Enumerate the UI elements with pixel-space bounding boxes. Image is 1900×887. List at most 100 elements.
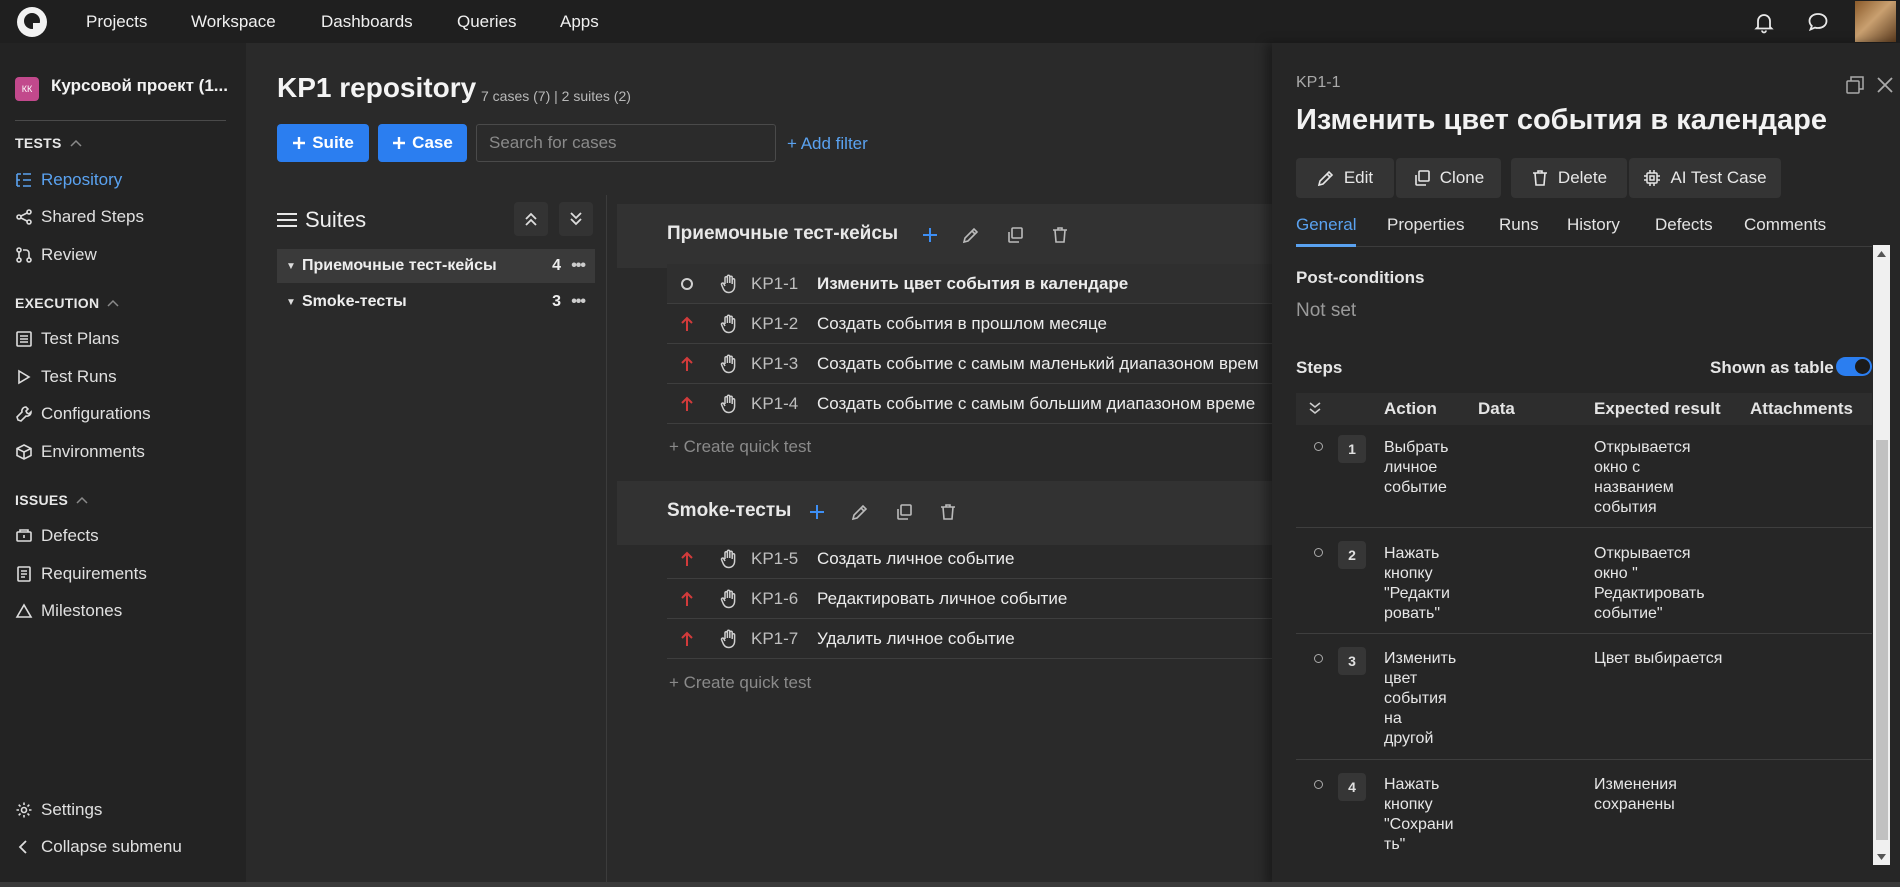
- ai-test-case-button[interactable]: AI Test Case: [1629, 158, 1781, 198]
- nav-workspace[interactable]: Workspace: [191, 0, 276, 43]
- caret-down-icon: ▼: [286, 260, 296, 272]
- add-suite-button[interactable]: Suite: [277, 124, 369, 162]
- chevron-up-icon: [70, 139, 82, 147]
- collapse-submenu-button[interactable]: Collapse submenu: [15, 834, 182, 860]
- case-row[interactable]: KP1-1 Изменить цвет события в календаре: [667, 264, 1272, 304]
- close-icon[interactable]: [1876, 76, 1894, 94]
- section-execution[interactable]: EXECUTION: [15, 295, 119, 311]
- step-row[interactable]: 1 Выбрать личное событие Открывается окн…: [1296, 425, 1872, 528]
- step-row[interactable]: 4 Нажать кнопку "Сохрани ть" Изменения с…: [1296, 760, 1872, 865]
- trash-icon[interactable]: [1050, 225, 1070, 245]
- create-quick-test-link[interactable]: + Create quick test: [669, 437, 811, 457]
- tab-runs[interactable]: Runs: [1499, 215, 1539, 235]
- trash-icon[interactable]: [938, 502, 958, 522]
- hand-icon[interactable]: [707, 274, 751, 294]
- app-logo-icon[interactable]: [16, 6, 48, 38]
- sidebar-item-label: Collapse submenu: [41, 837, 182, 856]
- sidebar-item-test-runs[interactable]: Test Runs: [15, 364, 117, 390]
- step-expected: Изменения сохранены: [1594, 776, 1677, 813]
- case-row[interactable]: KP1-6 Редактировать личное событие: [667, 579, 1272, 619]
- step-status-icon[interactable]: [1314, 548, 1323, 557]
- search-cases-input[interactable]: [476, 124, 776, 162]
- scroll-down-icon[interactable]: [1873, 848, 1890, 865]
- tab-defects[interactable]: Defects: [1655, 215, 1713, 235]
- double-chevron-down-icon: [568, 211, 584, 227]
- chip-icon: [1644, 170, 1661, 186]
- tab-properties[interactable]: Properties: [1387, 215, 1464, 235]
- review-icon: [15, 246, 33, 264]
- add-case-button[interactable]: Case: [378, 124, 467, 162]
- column-action: Action: [1384, 399, 1437, 418]
- clone-button[interactable]: Clone: [1396, 158, 1501, 198]
- case-row[interactable]: KP1-7 Удалить личное событие: [667, 619, 1272, 659]
- tab-comments[interactable]: Comments: [1744, 215, 1826, 235]
- shown-as-table-toggle[interactable]: [1836, 357, 1872, 376]
- sidebar-item-settings[interactable]: Settings: [15, 797, 102, 823]
- delete-button[interactable]: Delete: [1511, 158, 1627, 198]
- step-row[interactable]: 2 Нажать кнопку "Редакти ровать" Открыва…: [1296, 528, 1872, 634]
- tab-history[interactable]: History: [1567, 215, 1620, 235]
- pencil-icon[interactable]: [961, 225, 981, 245]
- section-tests-title: TESTS: [15, 135, 62, 151]
- nav-apps[interactable]: Apps: [560, 0, 599, 43]
- step-status-icon[interactable]: [1314, 780, 1323, 789]
- add-filter-link[interactable]: + Add filter: [787, 134, 868, 154]
- hand-icon[interactable]: [707, 549, 751, 569]
- bell-icon[interactable]: [1752, 10, 1776, 34]
- project-name[interactable]: Курсовой проект (1...: [51, 76, 228, 96]
- create-quick-test-link[interactable]: + Create quick test: [669, 673, 811, 693]
- priority-none-icon: [667, 277, 707, 291]
- expand-all-button[interactable]: [514, 202, 548, 236]
- sidebar-item-test-plans[interactable]: Test Plans: [15, 326, 119, 352]
- sidebar-item-defects[interactable]: Defects: [15, 523, 99, 549]
- plus-icon[interactable]: [920, 225, 940, 245]
- section-tests[interactable]: TESTS: [15, 135, 82, 151]
- edit-button[interactable]: Edit: [1296, 158, 1394, 198]
- suites-header: Suites: [277, 207, 366, 233]
- copy-icon[interactable]: [894, 502, 914, 522]
- suite-tree-item[interactable]: ▼ Smoke-тесты 3 •••: [277, 285, 595, 319]
- scrollbar-thumb[interactable]: [1876, 440, 1888, 840]
- hand-icon[interactable]: [707, 589, 751, 609]
- double-chevron-down-icon[interactable]: [1308, 401, 1322, 415]
- section-issues[interactable]: ISSUES: [15, 492, 88, 508]
- copy-icon[interactable]: [1005, 225, 1025, 245]
- hand-icon[interactable]: [707, 394, 751, 414]
- suite-tree-item[interactable]: ▼ Приемочные тест-кейсы 4 •••: [277, 249, 595, 283]
- collapse-all-button[interactable]: [559, 202, 593, 236]
- user-avatar[interactable]: [1855, 1, 1896, 42]
- column-attachments: Attachments: [1750, 399, 1853, 418]
- hand-icon[interactable]: [707, 354, 751, 374]
- case-row[interactable]: KP1-3 Создать событие с самым маленький …: [667, 344, 1272, 384]
- step-status-icon[interactable]: [1314, 654, 1323, 663]
- plus-icon[interactable]: [807, 502, 827, 522]
- hand-icon[interactable]: [707, 314, 751, 334]
- scroll-up-icon[interactable]: [1873, 245, 1890, 262]
- case-row[interactable]: KP1-4 Создать событие с самым большим ди…: [667, 384, 1272, 424]
- sidebar-item-milestones[interactable]: Milestones: [15, 598, 122, 624]
- case-row[interactable]: KP1-5 Создать личное событие: [667, 539, 1272, 579]
- nav-dashboards[interactable]: Dashboards: [321, 0, 413, 43]
- expand-window-icon[interactable]: [1846, 76, 1864, 94]
- more-icon[interactable]: •••: [571, 257, 586, 275]
- case-row[interactable]: KP1-2 Создать события в прошлом месяце: [667, 304, 1272, 344]
- chat-icon[interactable]: [1806, 10, 1830, 34]
- case-title: Создать событие с самым большим диапазон…: [817, 393, 1256, 413]
- step-row[interactable]: 3 Изменить цвет события на другой Цвет в…: [1296, 634, 1872, 760]
- sidebar-item-repository[interactable]: Repository: [15, 167, 122, 193]
- nav-projects[interactable]: Projects: [86, 0, 147, 43]
- sidebar-item-configurations[interactable]: Configurations: [15, 401, 151, 427]
- pencil-icon[interactable]: [850, 502, 870, 522]
- sidebar-item-label: Test Plans: [41, 329, 120, 348]
- sidebar-item-environments[interactable]: Environments: [15, 439, 145, 465]
- sidebar-item-requirements[interactable]: Requirements: [15, 561, 147, 587]
- tab-general[interactable]: General: [1296, 215, 1356, 235]
- step-status-icon[interactable]: [1314, 442, 1323, 451]
- page-title: KP1 repository: [277, 72, 477, 103]
- nav-queries[interactable]: Queries: [457, 0, 517, 43]
- sidebar-item-shared-steps[interactable]: Shared Steps: [15, 204, 144, 230]
- sidebar-item-review[interactable]: Review: [15, 242, 97, 268]
- hand-icon[interactable]: [707, 629, 751, 649]
- case-id: KP1-5: [751, 548, 799, 568]
- more-icon[interactable]: •••: [571, 293, 586, 311]
